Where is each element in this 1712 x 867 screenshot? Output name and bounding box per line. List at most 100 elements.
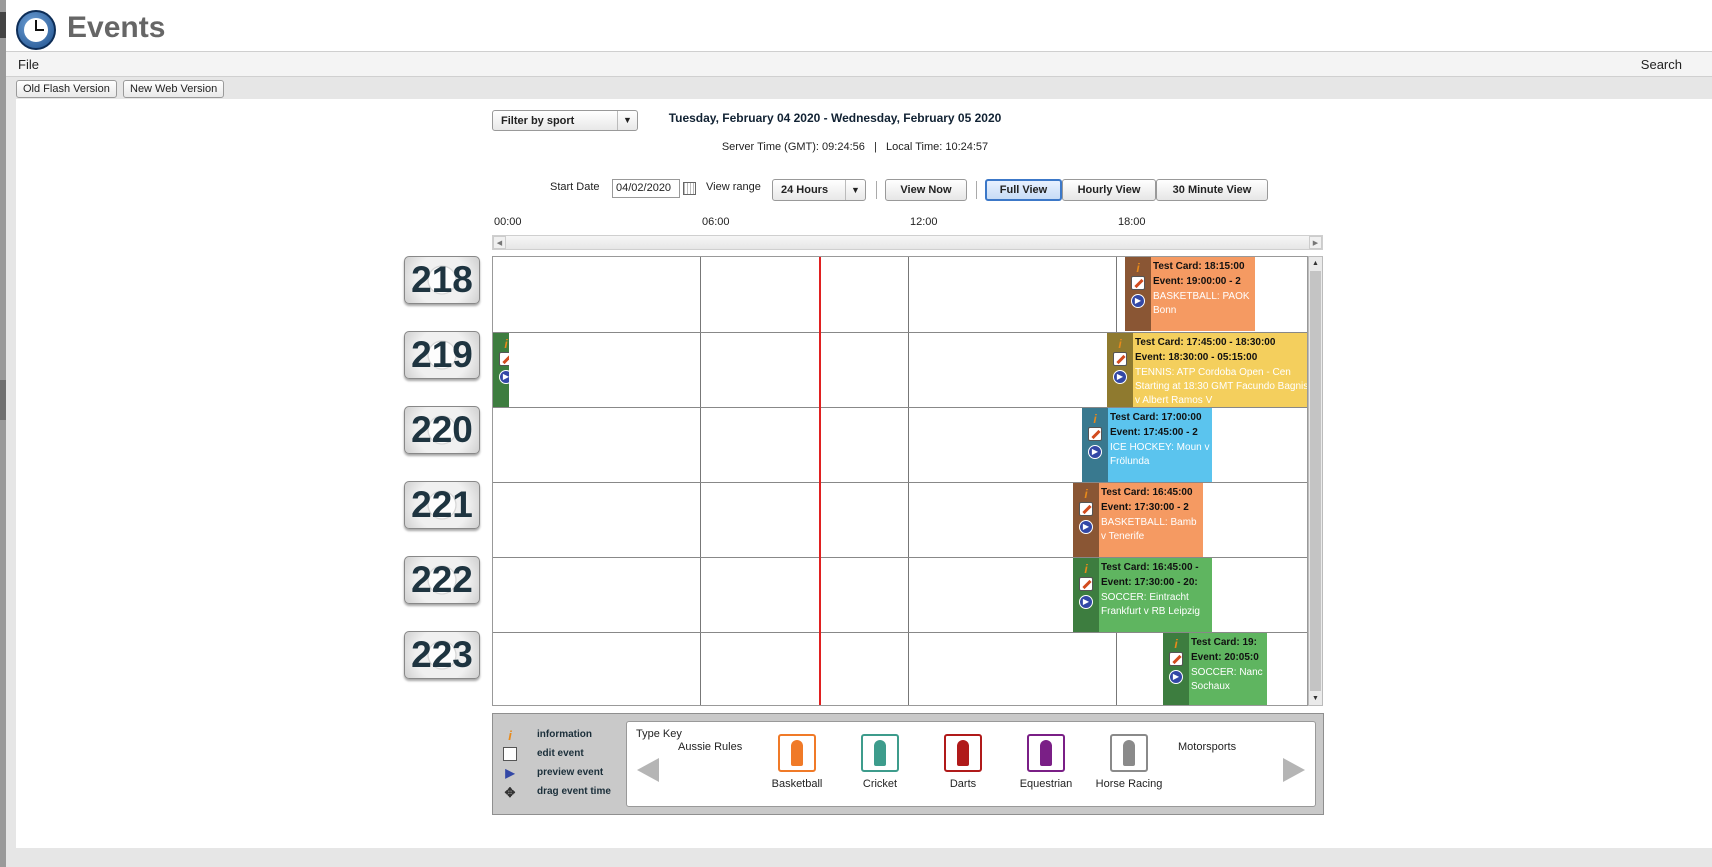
- edit-icon[interactable]: [499, 352, 509, 366]
- edit-icon[interactable]: [1088, 427, 1102, 441]
- event-icon-column: i ▶: [1125, 257, 1151, 331]
- edit-icon[interactable]: [1113, 352, 1127, 366]
- horizontal-scrollbar[interactable]: ◀ ▶: [492, 235, 1323, 250]
- preview-icon[interactable]: ▶: [1079, 520, 1093, 534]
- scroll-up-icon[interactable]: ▲: [1309, 257, 1322, 270]
- menu-bar: File Search: [6, 52, 1712, 77]
- vertical-scrollbar[interactable]: ▲ ▼: [1308, 256, 1323, 706]
- channel-223[interactable]: 223: [404, 631, 480, 679]
- event-test-card-time: Test Card: 17:45:00 - 18:30:00: [1135, 337, 1276, 348]
- event-time: Event: 20:05:0: [1191, 652, 1259, 663]
- search-menu[interactable]: Search: [1641, 57, 1682, 72]
- toolbar-separator: [976, 181, 977, 199]
- channel-218[interactable]: 218: [404, 256, 480, 304]
- type-equestrian[interactable]: Equestrian: [1006, 734, 1086, 790]
- information-icon[interactable]: i: [1090, 412, 1100, 426]
- thirty-minute-view-button[interactable]: 30 Minute View: [1156, 179, 1268, 201]
- type-key-prev-icon[interactable]: [637, 758, 659, 782]
- move-icon: ✥: [504, 785, 516, 800]
- information-icon[interactable]: i: [1081, 487, 1091, 501]
- edit-icon: [503, 747, 517, 761]
- preview-icon[interactable]: ▶: [1079, 595, 1093, 609]
- version-bar: Old Flash Version New Web Version: [6, 77, 1712, 99]
- current-time-marker: [819, 257, 821, 705]
- calendar-icon[interactable]: [683, 182, 696, 195]
- type-motorsports[interactable]: Motorsports: [1178, 741, 1236, 753]
- schedule-grid[interactable]: i ▶ Test Card: 18:15:00 Event: 19:00:00 - 2…: [492, 256, 1308, 706]
- horse-racing-icon: [1110, 734, 1148, 772]
- time-label-0600: 06:00: [702, 216, 730, 228]
- type-basketball[interactable]: Basketball: [757, 734, 837, 790]
- event-test-card-time: Test Card: 18:15:00: [1153, 261, 1245, 272]
- edit-icon[interactable]: [1131, 276, 1145, 290]
- event-time: Event: 17:30:00 - 2: [1101, 502, 1189, 513]
- toolbar-separator: [876, 181, 877, 199]
- preview-icon: ▶: [505, 766, 515, 780]
- event-title: SOCCER: Eintracht Frankfurt v RB Leipzig: [1101, 592, 1200, 617]
- filter-label: Filter by sport: [501, 115, 575, 127]
- event-block[interactable]: i ▶: [493, 333, 509, 407]
- preview-icon[interactable]: ▶: [1169, 670, 1183, 684]
- type-key-panel: Type Key Aussie Rules Basketball Cricket…: [626, 721, 1316, 807]
- event-title: BASKETBALL: PAOK Bonn: [1153, 291, 1250, 316]
- event-block[interactable]: i ▶ Test Card: 16:45:00 - Event: 17:30:00 -…: [1073, 558, 1212, 632]
- type-aussie-rules[interactable]: Aussie Rules: [678, 741, 742, 753]
- preview-icon[interactable]: ▶: [1113, 370, 1127, 384]
- clock-icon: [16, 10, 56, 50]
- event-block[interactable]: i ▶ Test Card: 16:45:00 Event: 17:30:00 - 2…: [1073, 483, 1203, 557]
- channel-219[interactable]: 219: [404, 331, 480, 379]
- file-menu[interactable]: File: [18, 57, 39, 72]
- event-icon-column: i ▶: [1163, 633, 1189, 705]
- cricket-icon: [861, 734, 899, 772]
- title-bar: Events: [6, 0, 1712, 52]
- information-icon[interactable]: i: [1115, 337, 1125, 351]
- preview-icon[interactable]: ▶: [1088, 445, 1102, 459]
- event-test-card-time: Test Card: 17:00:00: [1110, 412, 1202, 423]
- edit-icon[interactable]: [1079, 502, 1093, 516]
- basketball-icon: [778, 734, 816, 772]
- event-block[interactable]: i ▶ Test Card: 18:15:00 Event: 19:00:00 - 2…: [1125, 257, 1255, 331]
- type-cricket[interactable]: Cricket: [840, 734, 920, 790]
- event-block[interactable]: i ▶ Test Card: 17:00:00 Event: 17:45:00 - 2…: [1082, 408, 1212, 482]
- scroll-right-icon[interactable]: ▶: [1309, 236, 1322, 249]
- event-text: Test Card: 19: Event: 20:05:0 SOCCER: Nanc…: [1191, 635, 1267, 694]
- information-icon[interactable]: i: [1081, 562, 1091, 576]
- collapse-handle-middle[interactable]: [0, 380, 6, 420]
- time-label-1200: 12:00: [910, 216, 938, 228]
- event-block[interactable]: i ▶ Test Card: 17:45:00 - 18:30:00 Event: 1…: [1107, 333, 1308, 407]
- new-web-version-button[interactable]: New Web Version: [123, 80, 225, 98]
- old-flash-version-button[interactable]: Old Flash Version: [16, 80, 117, 98]
- date-range-title: Tuesday, February 04 2020 - Wednesday, F…: [668, 111, 1002, 125]
- edit-icon[interactable]: [1169, 652, 1183, 666]
- scroll-down-icon[interactable]: ▼: [1309, 692, 1322, 705]
- event-icon-column: i ▶: [1107, 333, 1133, 407]
- start-date-input[interactable]: 04/02/2020: [612, 179, 680, 198]
- preview-icon[interactable]: ▶: [1131, 294, 1145, 308]
- view-range-value: 24 Hours: [781, 184, 829, 196]
- event-block[interactable]: i ▶ Test Card: 19: Event: 20:05:0 SOCCER: Na…: [1163, 633, 1267, 705]
- channel-221[interactable]: 221: [404, 481, 480, 529]
- channel-222[interactable]: 222: [404, 556, 480, 604]
- event-text: Test Card: 16:45:00 Event: 17:30:00 - 2 BA…: [1101, 485, 1203, 544]
- type-darts[interactable]: Darts: [923, 734, 1003, 790]
- scroll-thumb[interactable]: [1310, 271, 1321, 691]
- view-range-select[interactable]: 24 Hours ▼: [772, 179, 866, 201]
- information-icon[interactable]: i: [1171, 637, 1181, 651]
- event-title: TENNIS: ATP Cordoba Open - Cen Starting …: [1135, 367, 1308, 406]
- information-icon[interactable]: i: [1133, 261, 1143, 275]
- event-icon-column: i ▶: [1073, 558, 1099, 632]
- event-time: Event: 17:30:00 - 20:: [1101, 577, 1198, 588]
- edit-icon[interactable]: [1079, 577, 1093, 591]
- information-icon[interactable]: i: [501, 337, 509, 351]
- type-key-next-icon[interactable]: [1283, 758, 1305, 782]
- hourly-view-button[interactable]: Hourly View: [1062, 179, 1156, 201]
- view-now-button[interactable]: View Now: [885, 179, 967, 201]
- full-view-button[interactable]: Full View: [985, 179, 1062, 201]
- scroll-left-icon[interactable]: ◀: [493, 236, 506, 249]
- event-text: Test Card: 16:45:00 - Event: 17:30:00 - 2…: [1101, 560, 1212, 619]
- preview-icon[interactable]: ▶: [499, 370, 509, 384]
- channel-220[interactable]: 220: [404, 406, 480, 454]
- type-horse-racing[interactable]: Horse Racing: [1089, 734, 1169, 790]
- event-text: Test Card: 17:45:00 - 18:30:00 Event: 18:…: [1135, 335, 1308, 407]
- event-text: Test Card: 17:00:00 Event: 17:45:00 - 2 IC…: [1110, 410, 1212, 469]
